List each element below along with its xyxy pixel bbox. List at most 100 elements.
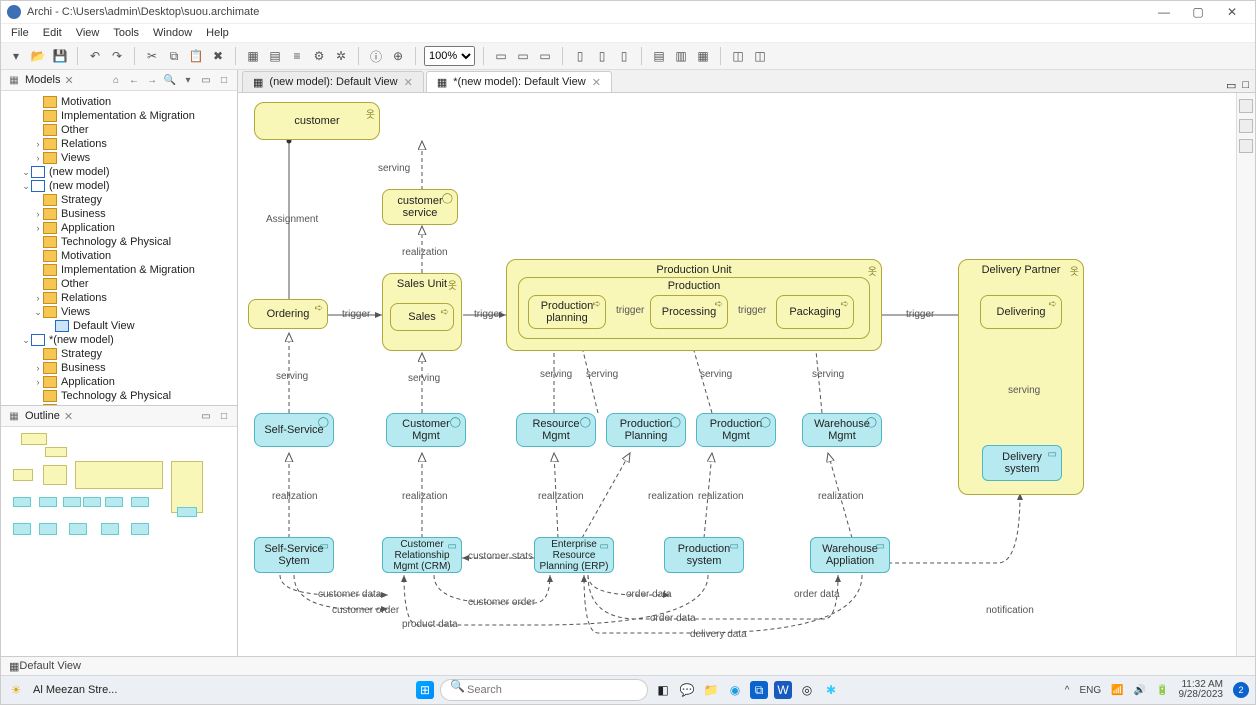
- menu-view[interactable]: View: [76, 27, 100, 39]
- t6-icon[interactable]: ▯: [615, 47, 633, 65]
- node-self-service-sys[interactable]: Self-Service Sytem▭: [254, 537, 334, 573]
- menu-help[interactable]: Help: [206, 27, 229, 39]
- app-icon[interactable]: ✱: [822, 681, 840, 699]
- undo-icon[interactable]: ↶: [86, 47, 104, 65]
- node-delivering[interactable]: Delivering➪: [980, 295, 1062, 329]
- tree-filter-icon[interactable]: ▾: [181, 73, 195, 87]
- palette-item[interactable]: [1239, 119, 1253, 133]
- tray-volume-icon[interactable]: 🔊: [1134, 685, 1146, 696]
- copy-icon[interactable]: ⧉: [165, 47, 183, 65]
- gear2-icon[interactable]: ✲: [332, 47, 350, 65]
- outline-close-icon[interactable]: ✕: [64, 410, 73, 423]
- start-icon[interactable]: ⊞: [416, 681, 434, 699]
- menu-tools[interactable]: Tools: [113, 27, 139, 39]
- snap-icon[interactable]: ▤: [266, 47, 284, 65]
- node-production-planning[interactable]: Production planning➪: [528, 295, 606, 329]
- node-ordering[interactable]: Ordering➪: [248, 299, 328, 329]
- tray-wifi-icon[interactable]: 📶: [1111, 685, 1123, 696]
- tree-item[interactable]: ›Application: [1, 221, 237, 235]
- minimize-button[interactable]: —: [1147, 2, 1181, 22]
- taskbar-search[interactable]: ⊞ 🔍 ◧ 💬 📁 ◉ ⧉ W ◎ ✱: [416, 679, 840, 701]
- taskbar-search-input[interactable]: [440, 679, 648, 701]
- node-packaging[interactable]: Packaging➪: [776, 295, 854, 329]
- open-icon[interactable]: 📂: [29, 47, 47, 65]
- tree-item[interactable]: ›Relations: [1, 291, 237, 305]
- zoom-select[interactable]: 100%: [424, 46, 475, 66]
- info-icon[interactable]: ⓘ: [367, 47, 385, 65]
- node-sales[interactable]: Sales➪: [390, 303, 454, 331]
- chrome-icon[interactable]: ◎: [798, 681, 816, 699]
- outline-max-icon[interactable]: □: [217, 409, 231, 423]
- node-warehouse-mgmt[interactable]: Warehouse Mgmt◯: [802, 413, 882, 447]
- models-close-icon[interactable]: ✕: [64, 74, 73, 87]
- node-prod-mgmt[interactable]: Production Mgmt◯: [696, 413, 776, 447]
- tab-1-close-icon[interactable]: ✕: [592, 76, 601, 89]
- redo-icon[interactable]: ↷: [108, 47, 126, 65]
- tray-battery-icon[interactable]: 🔋: [1156, 685, 1168, 696]
- align-icon[interactable]: ≡: [288, 47, 306, 65]
- weather-icon[interactable]: ☀: [7, 681, 25, 699]
- fwd-icon[interactable]: →: [145, 73, 159, 87]
- help-icon[interactable]: ⊕: [389, 47, 407, 65]
- node-prod-planning-svc[interactable]: Production Planning◯: [606, 413, 686, 447]
- palette-item[interactable]: [1239, 139, 1253, 153]
- tree-item[interactable]: Other: [1, 277, 237, 291]
- tree-item[interactable]: ›Business: [1, 207, 237, 221]
- t7-icon[interactable]: ▤: [650, 47, 668, 65]
- node-processing[interactable]: Processing➪: [650, 295, 728, 329]
- grid-icon[interactable]: ▦: [244, 47, 262, 65]
- menu-edit[interactable]: Edit: [43, 27, 62, 39]
- tray-notif-icon[interactable]: 2: [1233, 682, 1249, 698]
- editor-min-icon[interactable]: ▭: [1226, 79, 1236, 92]
- palette-item[interactable]: [1239, 99, 1253, 113]
- maximize-button[interactable]: ▢: [1181, 2, 1215, 22]
- node-customer-mgmt[interactable]: Customer Mgmt◯: [386, 413, 466, 447]
- t2-icon[interactable]: ▭: [514, 47, 532, 65]
- tree-item[interactable]: Other: [1, 123, 237, 137]
- t11-icon[interactable]: ◫: [751, 47, 769, 65]
- paste-icon[interactable]: 📋: [187, 47, 205, 65]
- edge-icon[interactable]: ◉: [726, 681, 744, 699]
- t9-icon[interactable]: ▦: [694, 47, 712, 65]
- tree-item[interactable]: ⌄(new model): [1, 165, 237, 179]
- chat-icon[interactable]: 💬: [678, 681, 696, 699]
- tree-item[interactable]: Technology & Physical: [1, 235, 237, 249]
- tree-item[interactable]: Strategy: [1, 193, 237, 207]
- search-icon[interactable]: 🔍: [163, 73, 177, 87]
- t1-icon[interactable]: ▭: [492, 47, 510, 65]
- max-panel-icon[interactable]: □: [217, 73, 231, 87]
- tree-item[interactable]: ›Application: [1, 375, 237, 389]
- tree-item[interactable]: ⌄*(new model): [1, 333, 237, 347]
- tree-item[interactable]: Implementation & Migration: [1, 109, 237, 123]
- node-crm[interactable]: Customer Relationship Mgmt (CRM)▭: [382, 537, 462, 573]
- word-icon[interactable]: W: [774, 681, 792, 699]
- tree-item[interactable]: ›Business: [1, 361, 237, 375]
- tree-item[interactable]: Strategy: [1, 347, 237, 361]
- t3-icon[interactable]: ▭: [536, 47, 554, 65]
- cut-icon[interactable]: ✂: [143, 47, 161, 65]
- min-panel-icon[interactable]: ▭: [199, 73, 213, 87]
- t5-icon[interactable]: ▯: [593, 47, 611, 65]
- tray-chevron-icon[interactable]: ^: [1065, 685, 1070, 696]
- store-icon[interactable]: ⧉: [750, 681, 768, 699]
- node-resource-mgmt[interactable]: Resource Mgmt◯: [516, 413, 596, 447]
- node-customer-service[interactable]: customer service◯: [382, 189, 458, 225]
- gear-icon[interactable]: ⚙: [310, 47, 328, 65]
- palette[interactable]: [1236, 93, 1255, 656]
- editor-max-icon[interactable]: □: [1242, 79, 1249, 92]
- diagram-canvas[interactable]: customer옷 customer service◯ Ordering➪ Sa…: [238, 93, 1236, 656]
- home-icon[interactable]: ⌂: [109, 73, 123, 87]
- tab-1[interactable]: ▦ *(new model): Default View ✕: [426, 71, 612, 92]
- weather-text[interactable]: Al Meezan Stre...: [33, 684, 117, 696]
- tray-date[interactable]: 9/28/2023: [1179, 690, 1224, 700]
- menu-window[interactable]: Window: [153, 27, 192, 39]
- node-erp[interactable]: Enterprise Resource Planning (ERP)▭: [534, 537, 614, 573]
- tray-lang[interactable]: ENG: [1079, 685, 1101, 696]
- tree-item[interactable]: Motivation: [1, 95, 237, 109]
- models-tree[interactable]: MotivationImplementation & MigrationOthe…: [1, 91, 237, 405]
- tab-0-close-icon[interactable]: ✕: [404, 76, 413, 89]
- tree-item[interactable]: ›Views: [1, 151, 237, 165]
- tree-item[interactable]: ›Relations: [1, 137, 237, 151]
- tree-item[interactable]: ⌄(new model): [1, 179, 237, 193]
- outline-minimap[interactable]: [1, 427, 237, 656]
